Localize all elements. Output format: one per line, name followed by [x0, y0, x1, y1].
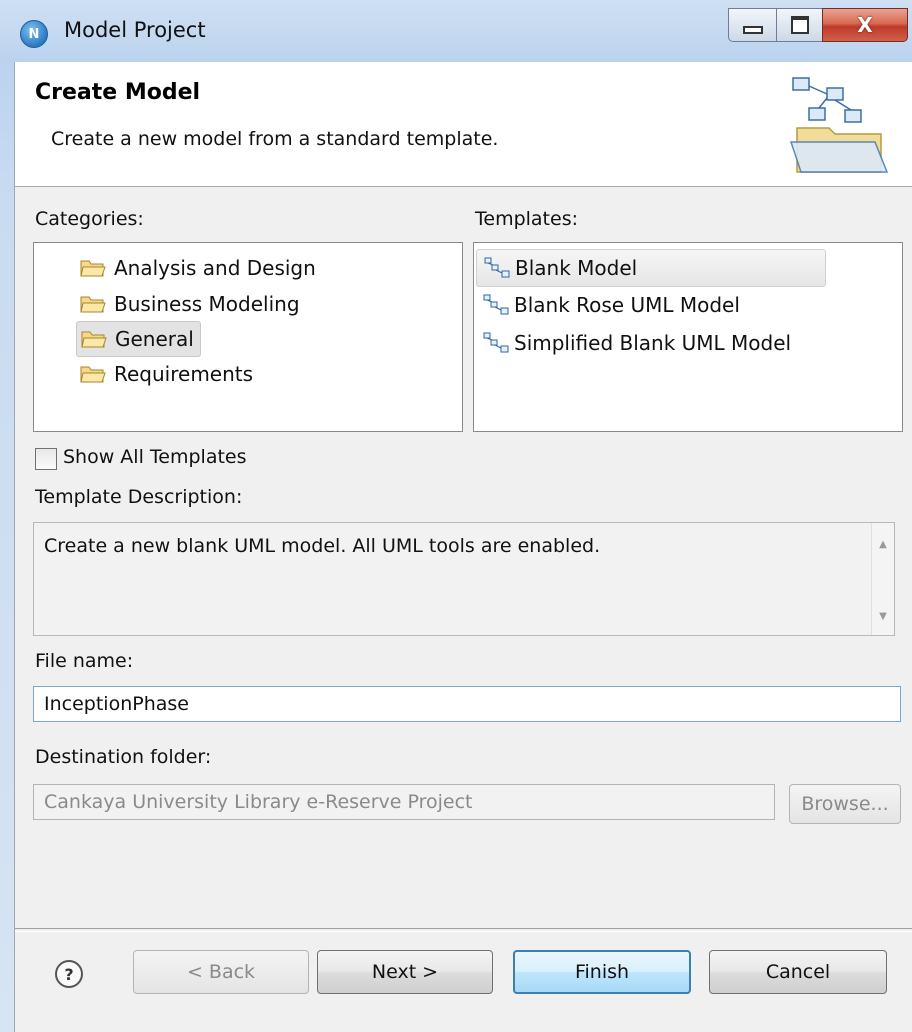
wizard-header: Create Model Create a new model from a s…	[15, 62, 912, 187]
destination-folder-input[interactable]: Cankaya University Library e-Reserve Pro…	[33, 784, 775, 820]
category-label: Business Modeling	[114, 292, 300, 316]
scroll-down-icon[interactable]: ▼	[872, 607, 894, 627]
category-analysis-and-design[interactable]: Analysis and Design	[76, 251, 322, 285]
template-description-box: Create a new blank UML model. All UML to…	[33, 522, 895, 636]
folder-icon	[80, 366, 106, 383]
back-button[interactable]: < Back	[133, 950, 309, 994]
title-bar[interactable]: N Model Project X	[0, 0, 912, 62]
show-all-templates-label[interactable]: Show All Templates	[63, 446, 247, 468]
folder-icon	[80, 296, 106, 313]
show-all-templates-checkbox[interactable]	[35, 448, 57, 470]
dialog-client: Create Model Create a new model from a s…	[14, 62, 912, 1032]
categories-label: Categories:	[35, 208, 144, 230]
minimize-icon	[743, 26, 763, 34]
template-label: Blank Model	[515, 256, 638, 280]
minimize-button[interactable]	[728, 8, 778, 42]
help-icon[interactable]: ?	[55, 960, 83, 988]
category-general[interactable]: General	[76, 321, 201, 357]
folder-icon	[81, 331, 107, 348]
footer-separator	[15, 928, 912, 932]
uml-model-icon	[483, 294, 509, 315]
wizard-banner-icon	[789, 77, 889, 173]
dialog-window: N Model Project X Create Model Create a …	[0, 0, 912, 1032]
browse-button[interactable]: Browse...	[789, 784, 901, 824]
window-title: Model Project	[64, 18, 206, 42]
file-name-input[interactable]: InceptionPhase	[33, 686, 901, 722]
template-blank-rose-uml-model[interactable]: Blank Rose UML Model	[476, 287, 746, 323]
scroll-up-icon[interactable]: ▲	[872, 535, 894, 555]
page-description: Create a new model from a standard templ…	[51, 128, 499, 150]
finish-button[interactable]: Finish	[513, 950, 691, 994]
description-scrollbar[interactable]: ▲ ▼	[871, 523, 894, 635]
template-label: Blank Rose UML Model	[514, 293, 740, 317]
category-requirements[interactable]: Requirements	[76, 357, 259, 391]
template-description-text: Create a new blank UML model. All UML to…	[44, 535, 601, 557]
file-name-label: File name:	[35, 650, 134, 672]
close-icon: X	[857, 13, 873, 37]
category-label: Analysis and Design	[114, 256, 316, 280]
next-button[interactable]: Next >	[317, 950, 493, 994]
app-icon: N	[20, 20, 48, 48]
cancel-button[interactable]: Cancel	[709, 950, 887, 994]
category-label: Requirements	[114, 362, 254, 386]
maximize-icon	[791, 16, 809, 34]
destination-folder-label: Destination folder:	[35, 746, 212, 768]
templates-label: Templates:	[475, 208, 578, 230]
template-simplified-blank-uml-model[interactable]: Simplified Blank UML Model	[476, 325, 797, 361]
uml-model-icon	[483, 332, 509, 353]
category-business-modeling[interactable]: Business Modeling	[76, 287, 306, 321]
close-button[interactable]: X	[822, 8, 908, 42]
page-title: Create Model	[35, 80, 201, 105]
templates-list[interactable]: Blank Model Blank Rose UML Model Simplif…	[473, 242, 903, 432]
template-description-label: Template Description:	[35, 486, 243, 508]
uml-model-icon	[484, 257, 510, 278]
template-label: Simplified Blank UML Model	[514, 331, 792, 355]
maximize-button[interactable]	[776, 8, 824, 42]
categories-tree[interactable]: Analysis and Design Business Modeling Ge…	[33, 242, 463, 432]
category-label: General	[115, 327, 194, 351]
template-blank-model[interactable]: Blank Model	[476, 249, 826, 287]
folder-icon	[80, 260, 106, 277]
